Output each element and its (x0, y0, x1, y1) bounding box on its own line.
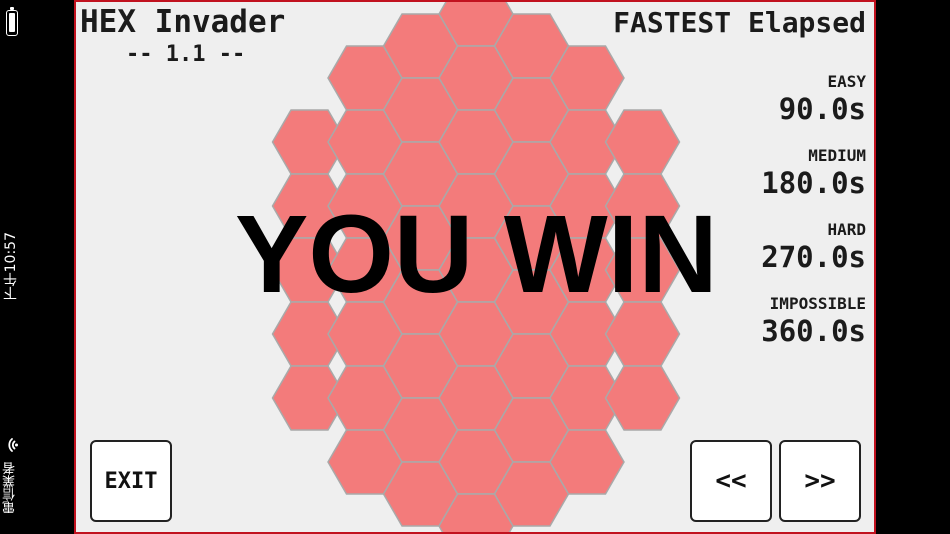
game-title: HEX Invader (80, 4, 286, 40)
status-time: 下午10:57 (3, 232, 19, 301)
score-value-impossible: 360.0s (761, 314, 866, 348)
battery-icon (6, 7, 18, 36)
score-label-easy: EASY (827, 72, 866, 91)
hex-cell[interactable] (604, 109, 681, 175)
status-carrier: 電信業者 (3, 462, 18, 514)
exit-button[interactable]: EXIT (90, 440, 172, 522)
score-value-hard: 270.0s (761, 240, 866, 274)
score-value-medium: 180.0s (761, 166, 866, 200)
game-screen: HEX Invader -- 1.1 -- FASTEST Elapsed EA… (74, 0, 876, 534)
fastest-elapsed-title: FASTEST Elapsed (613, 6, 866, 39)
score-label-impossible: IMPOSSIBLE (769, 294, 866, 313)
game-version: -- 1.1 -- (126, 42, 246, 67)
previous-button-label: << (715, 466, 747, 496)
score-label-medium: MEDIUM (808, 146, 866, 165)
next-button-label: >> (804, 466, 836, 496)
score-label-hard: HARD (827, 220, 866, 239)
next-button[interactable]: >> (779, 440, 861, 522)
you-win-message: YOU WIN (235, 193, 718, 316)
exit-button-label: EXIT (104, 468, 158, 494)
score-value-easy: 90.0s (778, 92, 866, 126)
previous-button[interactable]: << (690, 440, 772, 522)
hex-cell[interactable] (604, 365, 681, 431)
wifi-icon (8, 438, 18, 452)
device-status-bar: 下午10:57 電信業者 (0, 0, 28, 534)
